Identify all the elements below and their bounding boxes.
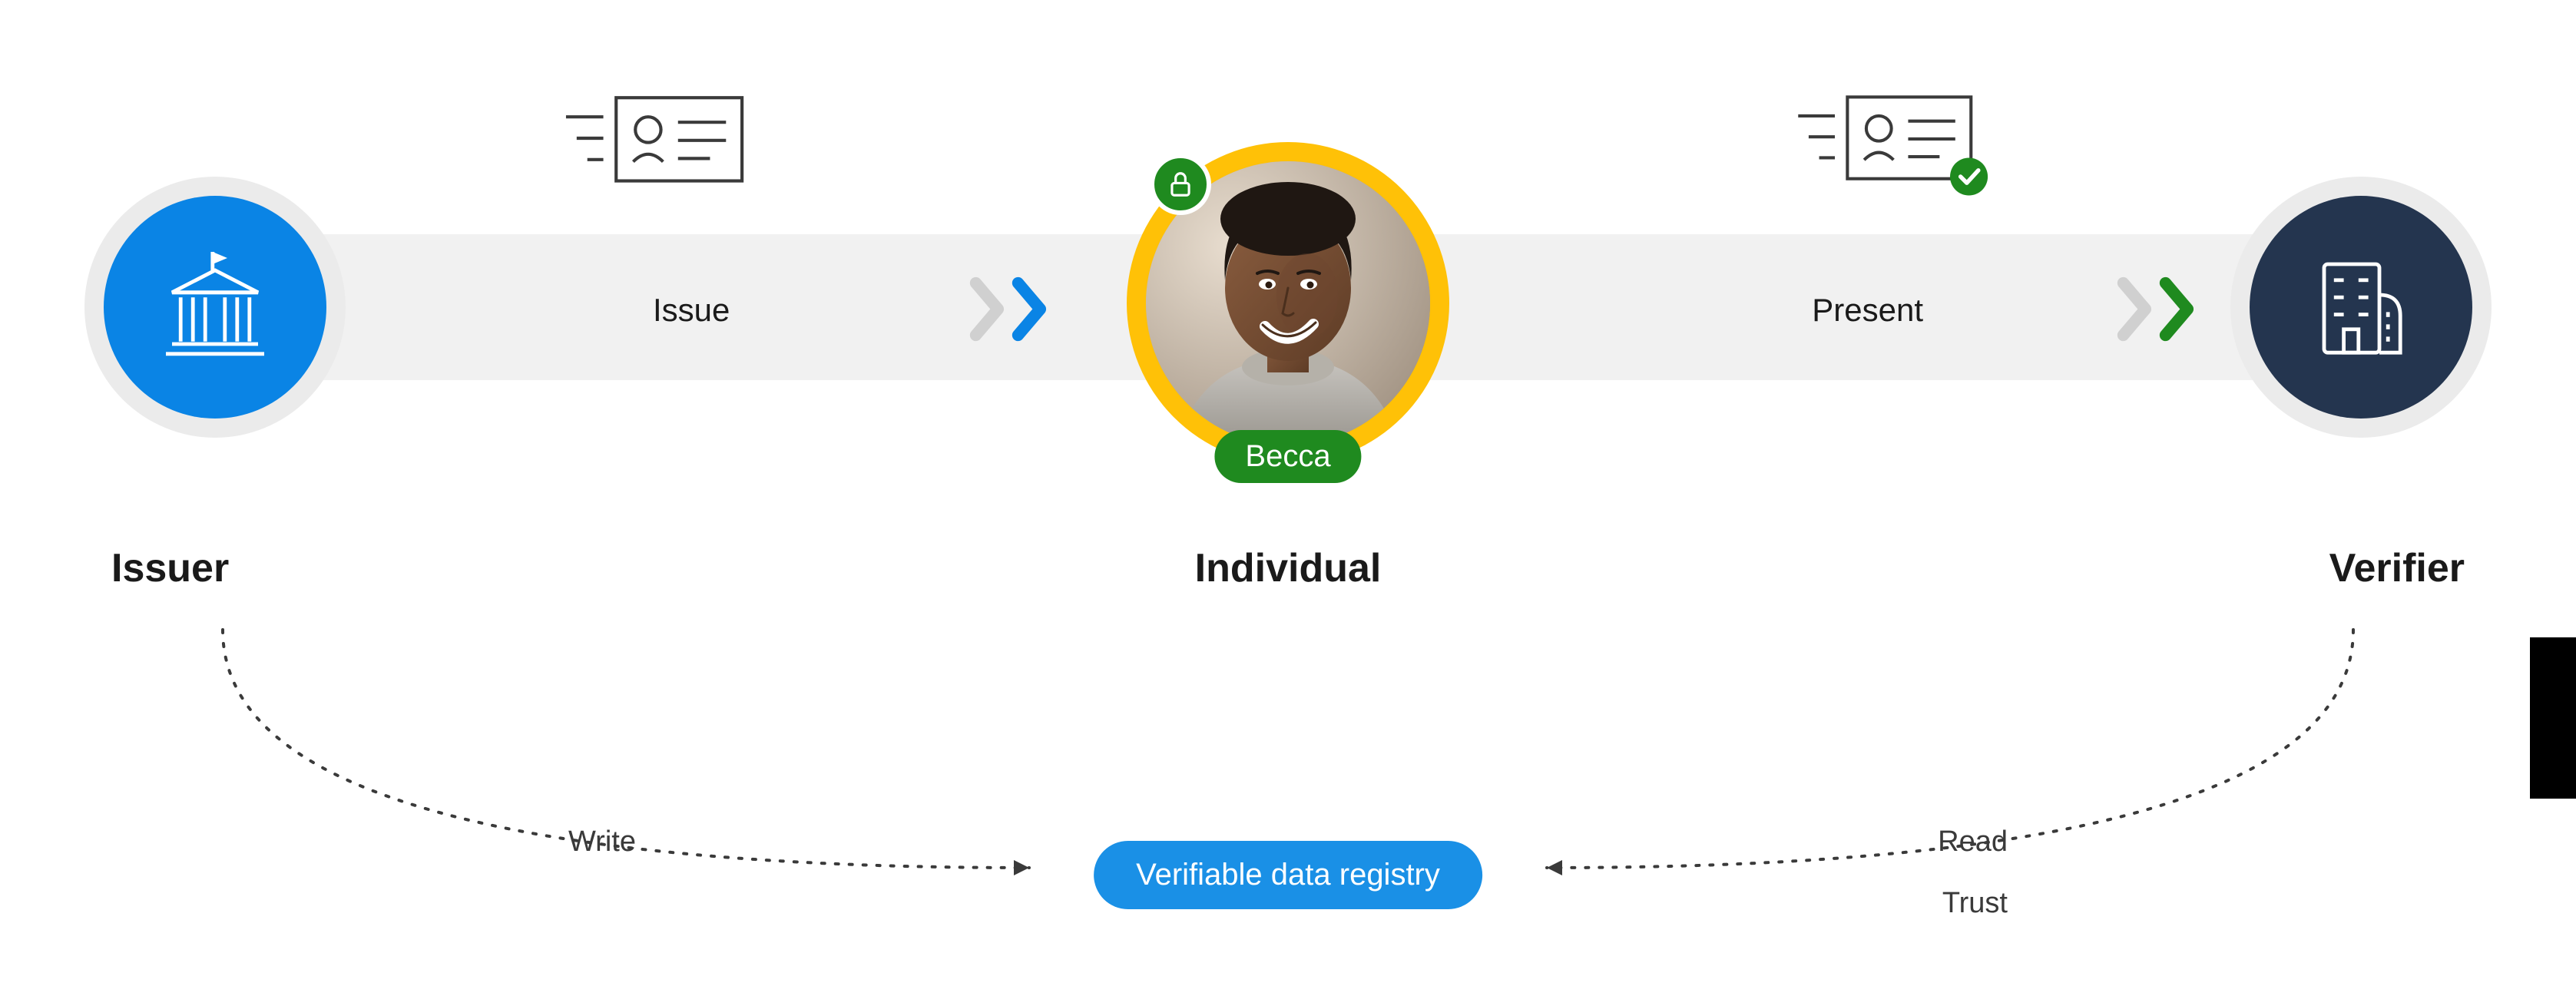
edge-bar [2530,637,2576,799]
lock-badge [1150,154,1211,215]
office-building-icon [2300,246,2422,369]
issuer-circle [104,196,326,419]
credential-present-icon [1793,84,1992,203]
issue-chevrons [968,276,1052,342]
chevron-right-icon [2157,276,2200,342]
trust-label: Trust [1942,887,2008,920]
present-flow-label: Present [1812,292,1923,329]
chevron-right-icon [1010,276,1052,342]
individual-name-badge: Becca [1214,430,1361,483]
verifier-node [2230,177,2492,438]
verifier-circle [2250,196,2472,419]
id-card-verified-icon [1793,84,1992,200]
credential-issue-icon [561,84,753,196]
chevron-right-icon [2115,276,2157,342]
issuer-node [84,177,346,438]
present-chevrons [2115,276,2200,342]
government-building-icon [154,246,276,369]
id-card-moving-icon [561,84,753,192]
write-label: Write [568,826,636,859]
chevron-right-icon [968,276,1010,342]
lock-icon [1166,170,1195,199]
read-label: Read [1938,826,2008,859]
verifiable-data-registry: Verifiable data registry [1094,841,1482,909]
verifier-label: Verifier [2329,545,2465,591]
issuer-label: Issuer [111,545,229,591]
issue-flow-label: Issue [653,292,730,329]
individual-label: Individual [1195,545,1382,591]
